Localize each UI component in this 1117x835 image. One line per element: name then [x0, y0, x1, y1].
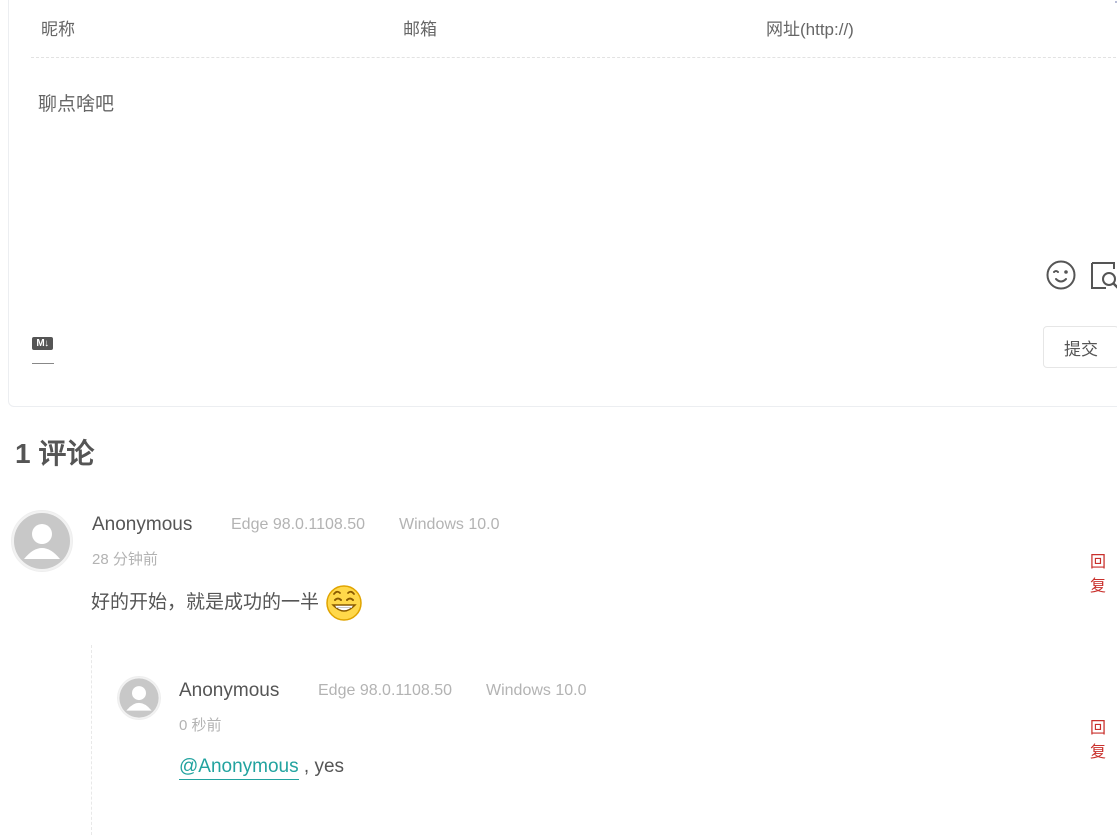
avatar	[11, 510, 73, 572]
reply-time: 0 秒前	[179, 717, 222, 734]
input-divider	[31, 57, 1117, 58]
comment-time: 28 分钟前	[92, 551, 158, 568]
grin-emoji-icon	[325, 584, 363, 622]
comment-os: Windows 10.0	[399, 516, 500, 533]
comment-count-title: 1 评论	[15, 432, 94, 472]
reply-button[interactable]: 回复	[1090, 548, 1117, 596]
website-input[interactable]	[764, 13, 1108, 47]
markdown-icon[interactable]: M↓	[32, 337, 54, 365]
comment-text: 好的开始，就是成功的一半	[91, 592, 320, 614]
markdown-badge: M↓	[32, 337, 53, 350]
reply-author[interactable]: Anonymous	[179, 680, 279, 702]
reply-os: Windows 10.0	[486, 682, 587, 699]
comment-count: 1	[15, 438, 31, 469]
comment-form: M↓ 提交	[8, 0, 1117, 407]
comment-editor[interactable]	[31, 83, 1045, 245]
preview-icon[interactable]	[1089, 259, 1117, 291]
comment-count-label: 评论	[38, 438, 95, 469]
comment-author[interactable]: Anonymous	[92, 514, 192, 536]
mention-link[interactable]: @Anonymous	[179, 756, 299, 780]
comment-browser: Edge 98.0.1108.50	[231, 516, 366, 533]
email-input[interactable]	[401, 13, 735, 47]
reply-content: @Anonymous , yes	[179, 756, 345, 780]
avatar	[117, 676, 161, 720]
submit-button[interactable]: 提交	[1043, 326, 1117, 368]
reply-button[interactable]: 回复	[1090, 714, 1117, 762]
nickname-input[interactable]	[39, 13, 373, 47]
comment-content: 好的开始，就是成功的一半	[91, 584, 363, 622]
reply-text: , yes	[298, 756, 345, 777]
reply-thread-line	[91, 645, 92, 835]
reply-browser: Edge 98.0.1108.50	[318, 682, 453, 699]
emoji-icon[interactable]	[1045, 259, 1077, 291]
